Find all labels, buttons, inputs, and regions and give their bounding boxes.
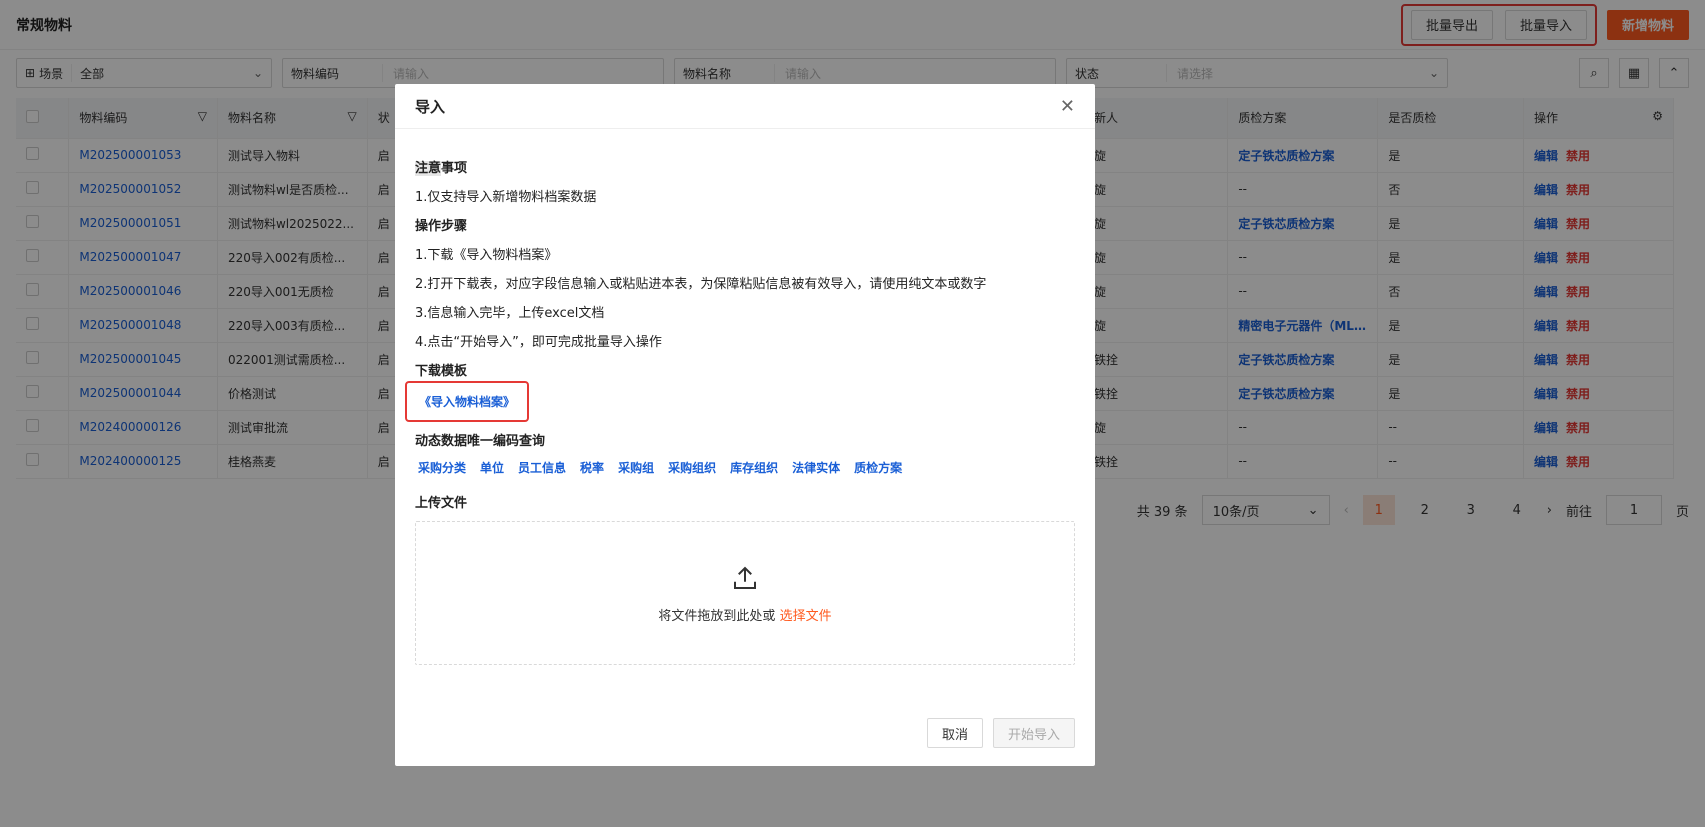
notice-title-rest: 事项 [441,161,468,176]
step-2: 2.打开下载表，对应字段信息输入或粘贴进本表，为保障粘贴信息被有效导入，请使用纯… [415,277,987,292]
query-link[interactable]: 法律实体 [792,459,840,476]
modal-header: 导入 ✕ [395,84,1095,129]
query-links: 采购分类 单位 员工信息 税率 采购组 采购组织 库存组织 法律实体 质检方案 [418,459,1075,476]
query-link[interactable]: 质检方案 [854,459,902,476]
query-link[interactable]: 单位 [480,459,504,476]
template-download-link[interactable]: 《导入物料档案》 [419,395,515,409]
step-1: 1.下载《导入物料档案》 [415,248,558,263]
close-icon[interactable]: ✕ [1060,96,1075,117]
modal-body: 注意事项 1.仅支持导入新增物料档案数据 操作步骤 1.下载《导入物料档案》 2… [395,129,1095,665]
query-link[interactable]: 采购分类 [418,459,466,476]
query-link[interactable]: 采购组织 [668,459,716,476]
step-3: 3.信息输入完毕，上传excel文档 [415,306,605,321]
upload-dropzone[interactable]: 将文件拖放到此处或 选择文件 [415,521,1075,665]
modal-footer: 取消 开始导入 [926,718,1075,748]
upload-title: 上传文件 [415,496,468,511]
steps-title: 操作步骤 [415,219,468,234]
notice-title: 注意事项 [415,157,1075,176]
start-import-button[interactable]: 开始导入 [992,718,1075,748]
template-highlight-box: 《导入物料档案》 [405,381,530,422]
query-link[interactable]: 采购组 [618,459,654,476]
template-title: 下载模板 [415,364,468,379]
cancel-button[interactable]: 取消 [926,718,983,748]
query-link[interactable]: 税率 [580,459,604,476]
notice-line-1: 1.仅支持导入新增物料档案数据 [415,190,597,205]
upload-text: 将文件拖放到此处或 选择文件 [658,605,831,624]
query-title: 动态数据唯一编码查询 [415,434,546,449]
notice-title-hl: 注意 [415,161,442,176]
choose-file-link[interactable]: 选择文件 [780,609,832,624]
step-4: 4.点击“开始导入”，即可完成批量导入操作 [415,335,662,350]
query-link[interactable]: 库存组织 [730,459,778,476]
query-link[interactable]: 员工信息 [518,459,566,476]
import-modal: 导入 ✕ 注意事项 1.仅支持导入新增物料档案数据 操作步骤 1.下载《导入物料… [395,84,1095,766]
upload-hint: 将文件拖放到此处或 [658,608,776,624]
modal-title: 导入 [415,97,446,116]
upload-icon [734,566,756,589]
